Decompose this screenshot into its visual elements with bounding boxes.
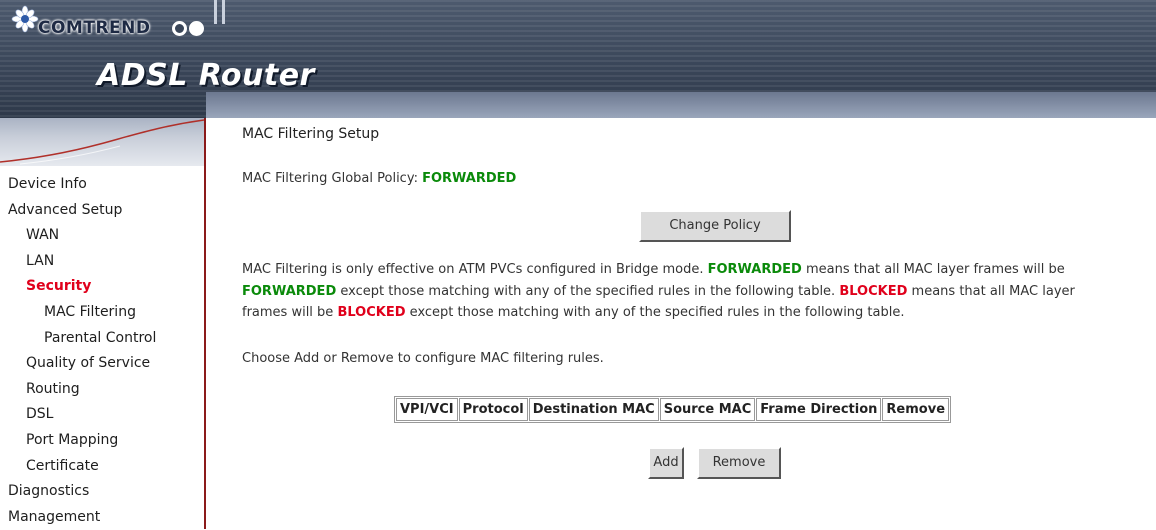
sidebar-item-advanced-setup[interactable]: Advanced Setup bbox=[0, 198, 204, 224]
comtrend-logo-icon bbox=[11, 5, 39, 33]
sidebar-item-lan[interactable]: LAN bbox=[0, 249, 204, 275]
column-header-protocol: Protocol bbox=[458, 398, 528, 421]
description-line: MAC Filtering is only effective on ATM P… bbox=[242, 259, 1156, 281]
policy-value: FORWARDED bbox=[422, 171, 517, 186]
description-text: MAC Filtering is only effective on ATM P… bbox=[242, 262, 704, 277]
policy-description: MAC Filtering is only effective on ATM P… bbox=[242, 259, 1156, 324]
description-text: means that all MAC layer bbox=[911, 283, 1075, 299]
header-banner: COMTREND ADSL Router bbox=[0, 0, 1156, 118]
forwarded-keyword: FORWARDED bbox=[707, 262, 802, 277]
description-text: except those matching with any of the sp… bbox=[340, 283, 836, 299]
column-header-remove: Remove bbox=[882, 398, 950, 421]
page-title: MAC Filtering Setup bbox=[242, 126, 380, 142]
logo-dot-icon bbox=[189, 21, 204, 36]
product-title: ADSL Router bbox=[97, 58, 315, 93]
description-text: means that all MAC layer frames will be bbox=[805, 262, 1065, 277]
column-header-source-mac: Source MAC bbox=[659, 398, 756, 421]
brand-logo-text: COMTREND bbox=[38, 18, 151, 38]
policy-label: MAC Filtering Global Policy: bbox=[242, 171, 418, 186]
sidebar-nav: Device Info Advanced Setup WAN LAN Secur… bbox=[0, 172, 204, 530]
sidebar-item-wan[interactable]: WAN bbox=[0, 223, 204, 249]
description-text: except those matching with any of the sp… bbox=[409, 305, 905, 320]
sidebar-item-device-info[interactable]: Device Info bbox=[0, 172, 204, 198]
column-header-frame-direction: Frame Direction bbox=[756, 398, 882, 421]
logo-ring-icon bbox=[172, 21, 187, 36]
banner-divider bbox=[214, 0, 217, 24]
add-button[interactable]: Add bbox=[648, 447, 684, 479]
main-content: MAC Filtering Setup MAC Filtering Global… bbox=[242, 118, 1156, 529]
sidebar-item-management[interactable]: Management bbox=[0, 505, 204, 530]
sidebar-item-security[interactable]: Security bbox=[0, 274, 204, 300]
sidebar-item-dsl[interactable]: DSL bbox=[0, 402, 204, 428]
table-header-row: VPI/VCI Protocol Destination MAC Source … bbox=[396, 398, 950, 421]
remove-button[interactable]: Remove bbox=[697, 447, 781, 479]
banner-band bbox=[206, 92, 1156, 118]
instruction-text: Choose Add or Remove to configure MAC fi… bbox=[242, 351, 604, 366]
sidebar: Device Info Advanced Setup WAN LAN Secur… bbox=[0, 118, 206, 529]
sidebar-decoration bbox=[0, 118, 204, 166]
change-policy-button[interactable]: Change Policy bbox=[639, 210, 791, 242]
sidebar-item-diagnostics[interactable]: Diagnostics bbox=[0, 479, 204, 505]
decorative-wave-icon bbox=[0, 119, 204, 165]
description-line: FORWARDED except those matching with any… bbox=[242, 281, 1156, 303]
forwarded-keyword: FORWARDED bbox=[242, 283, 337, 299]
sidebar-item-quality-of-service[interactable]: Quality of Service bbox=[0, 351, 204, 377]
sidebar-item-mac-filtering[interactable]: MAC Filtering bbox=[0, 300, 204, 326]
global-policy-line: MAC Filtering Global Policy: FORWARDED bbox=[242, 171, 516, 186]
banner-divider bbox=[222, 0, 225, 24]
blocked-keyword: BLOCKED bbox=[337, 305, 406, 320]
brand-logo-dots bbox=[172, 21, 206, 36]
blocked-keyword: BLOCKED bbox=[839, 283, 908, 299]
sidebar-item-port-mapping[interactable]: Port Mapping bbox=[0, 428, 204, 454]
description-text: frames will be bbox=[242, 305, 334, 320]
sidebar-item-parental-control[interactable]: Parental Control bbox=[0, 326, 204, 352]
column-header-vpi-vci: VPI/VCI bbox=[396, 398, 458, 421]
description-line: frames will be BLOCKED except those matc… bbox=[242, 302, 1156, 324]
column-header-destination-mac: Destination MAC bbox=[528, 398, 659, 421]
mac-filter-rules-table: VPI/VCI Protocol Destination MAC Source … bbox=[394, 396, 952, 423]
sidebar-item-routing[interactable]: Routing bbox=[0, 377, 204, 403]
sidebar-item-certificate[interactable]: Certificate bbox=[0, 454, 204, 480]
